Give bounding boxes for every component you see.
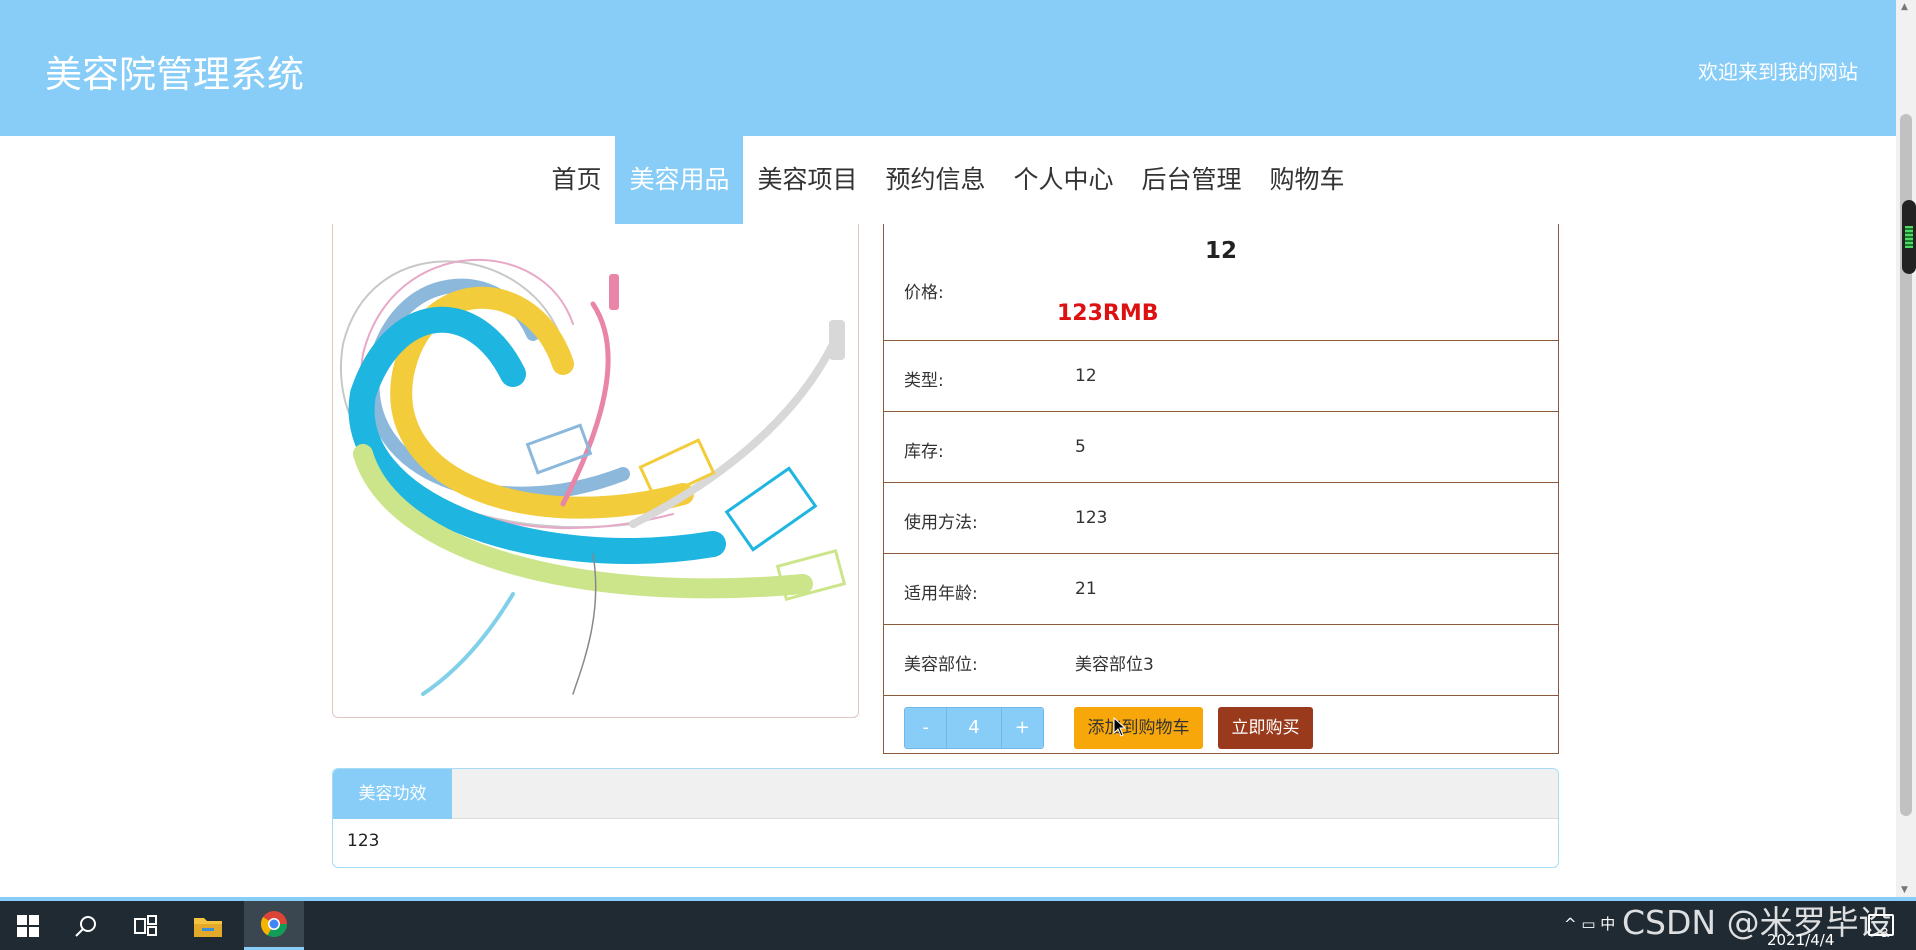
tab-content: 123 [347, 831, 380, 851]
task-view-icon[interactable] [118, 901, 174, 950]
quantity-value[interactable]: 4 [946, 708, 1002, 748]
stock-row: 库存: 5 [884, 412, 1558, 483]
welcome-text: 欢迎来到我的网站 [1698, 60, 1858, 84]
add-to-cart-button[interactable]: 添加到购物车 [1074, 707, 1203, 749]
usage-label: 使用方法: [904, 513, 978, 533]
action-row: - 4 + 添加到购物车 立即购买 [884, 696, 1558, 756]
nav-item-beauty-projects[interactable]: 美容项目 [743, 136, 871, 224]
site-header: 美容院管理系统 欢迎来到我的网站 [0, 0, 1896, 136]
scroll-indicator-icon [1902, 200, 1916, 274]
age-label: 适用年龄: [904, 584, 978, 604]
type-row: 类型: 12 [884, 341, 1558, 412]
nav-item-personal-center[interactable]: 个人中心 [1000, 136, 1128, 224]
nav-item-appointments[interactable]: 预约信息 [871, 136, 999, 224]
increase-button[interactable]: + [1001, 708, 1043, 748]
body-part-row: 美容部位: 美容部位3 [884, 625, 1558, 696]
site-title[interactable]: 美容院管理系统 [45, 44, 304, 98]
stock-value: 5 [1075, 437, 1086, 457]
search-icon[interactable] [58, 901, 114, 950]
product-name: 12 [1204, 238, 1237, 264]
scroll-down-icon[interactable]: ▼ [1901, 885, 1908, 895]
windows-start-icon[interactable] [0, 901, 56, 950]
nav-item-home[interactable]: 首页 [537, 136, 615, 224]
stock-label: 库存: [904, 442, 944, 462]
chrome-icon[interactable] [244, 901, 304, 950]
system-tray[interactable]: ^ ▭ 中 [1564, 913, 1615, 934]
usage-value: 123 [1075, 508, 1108, 528]
file-explorer-icon[interactable] [180, 901, 236, 950]
scroll-up-icon[interactable]: ▲ [1901, 2, 1908, 12]
age-row: 适用年龄: 21 [884, 554, 1558, 625]
main-nav: 首页 美容用品 美容项目 预约信息 个人中心 后台管理 购物车 [0, 136, 1896, 224]
quantity-stepper[interactable]: - 4 + [904, 707, 1044, 749]
nav-item-beauty-products[interactable]: 美容用品 [615, 136, 744, 224]
price-row: 价格: 123RMB [884, 278, 1558, 341]
body-part-label: 美容部位: [904, 655, 978, 675]
decrease-button[interactable]: - [905, 708, 947, 748]
age-value: 21 [1075, 579, 1097, 599]
page-scrollbar[interactable]: ▲ ▼ [1896, 0, 1916, 897]
efficacy-tab-panel: 美容功效 123 [332, 768, 1559, 868]
type-label: 类型: [904, 371, 944, 391]
buy-now-button[interactable]: 立即购买 [1218, 707, 1313, 749]
usb-cable-illustration [340, 258, 847, 696]
product-image [332, 224, 859, 718]
body-part-value: 美容部位3 [1075, 655, 1154, 675]
nav-item-cart[interactable]: 购物车 [1256, 136, 1359, 224]
watermark: CSDN @米罗毕设 [1622, 903, 1892, 942]
usage-row: 使用方法: 123 [884, 483, 1558, 554]
price-value: 123RMB [1057, 301, 1159, 326]
price-label: 价格: [904, 283, 944, 303]
nav-item-admin[interactable]: 后台管理 [1128, 136, 1256, 224]
mouse-cursor-icon [1113, 716, 1127, 741]
product-detail-panel: 12 价格: 123RMB 类型: 12 库存: 5 使用方法: 123 适用年… [883, 224, 1559, 754]
tab-bar: 美容功效 [333, 769, 1558, 819]
type-value: 12 [1075, 366, 1097, 386]
tab-beauty-efficacy[interactable]: 美容功效 [333, 769, 452, 819]
